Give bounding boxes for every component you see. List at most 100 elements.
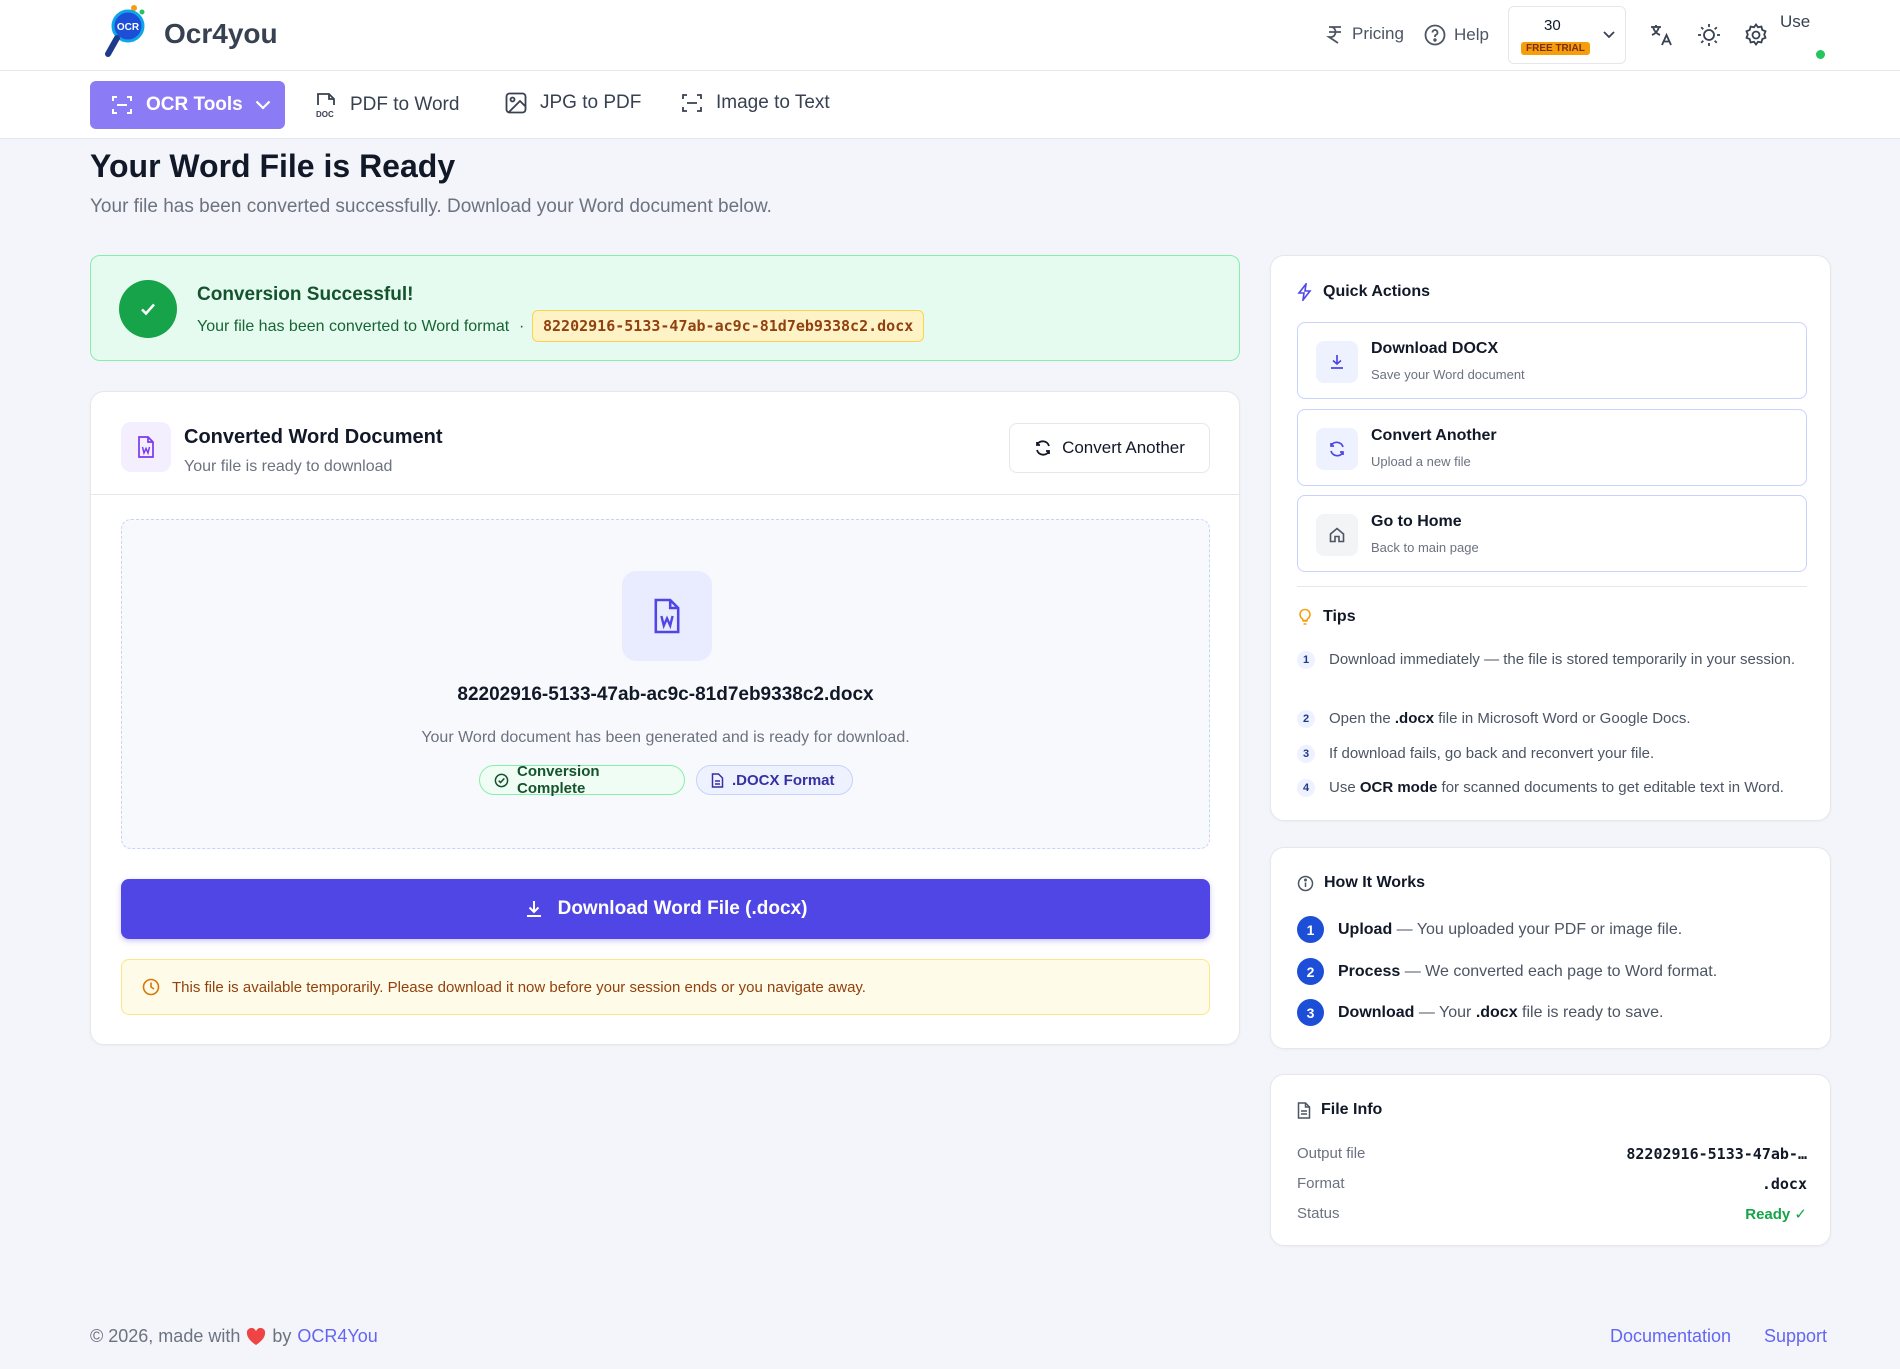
help-link[interactable]: Help bbox=[1424, 24, 1489, 46]
convert-another-button[interactable]: Convert Another bbox=[1009, 423, 1210, 473]
nav-pdf-to-word-label: PDF to Word bbox=[350, 94, 460, 115]
card-subtitle: Your file is ready to download bbox=[184, 458, 393, 475]
tip-item: 4 Use OCR mode for scanned documents to … bbox=[1297, 776, 1807, 799]
tip-item: 3 If download fails, go back and reconve… bbox=[1297, 742, 1807, 765]
support-link[interactable]: Support bbox=[1764, 1326, 1827, 1347]
pricing-link[interactable]: Pricing bbox=[1326, 24, 1404, 44]
tip-number: 2 bbox=[1297, 710, 1315, 728]
download-word-file-button[interactable]: Download Word File (.docx) bbox=[121, 879, 1210, 939]
pricing-label: Pricing bbox=[1352, 24, 1404, 43]
svg-text:OCR: OCR bbox=[117, 22, 140, 33]
step-number: 3 bbox=[1297, 999, 1324, 1026]
quick-actions-heading: Quick Actions bbox=[1297, 283, 1430, 301]
tip-text: Download immediately — the file is store… bbox=[1329, 651, 1796, 668]
tip-number: 4 bbox=[1297, 779, 1315, 797]
tips-heading: Tips bbox=[1297, 608, 1356, 626]
translate-icon[interactable] bbox=[1648, 22, 1674, 48]
scan-icon bbox=[110, 93, 134, 117]
page-title: Your Word File is Ready bbox=[90, 148, 456, 184]
action-download-docx[interactable]: Download DOCX Save your Word document bbox=[1297, 322, 1807, 399]
refresh-icon bbox=[1316, 428, 1358, 470]
help-circle-icon bbox=[1424, 24, 1446, 46]
nav-ocr-tools-dropdown[interactable]: OCR Tools bbox=[90, 81, 285, 129]
nav-pdf-to-word[interactable]: DOC PDF to Word bbox=[314, 91, 459, 119]
tips-title: Tips bbox=[1323, 608, 1356, 625]
nav-jpg-to-pdf-label: JPG to PDF bbox=[540, 92, 642, 113]
success-separator: · bbox=[519, 318, 525, 335]
documentation-link[interactable]: Documentation bbox=[1610, 1326, 1731, 1347]
page-subtitle: Your file has been converted successfull… bbox=[90, 196, 772, 217]
success-desc: Your file has been converted to Word for… bbox=[197, 318, 510, 335]
check-circle-icon bbox=[494, 773, 509, 788]
how-it-works-step: 3 Download — Your .docx file is ready to… bbox=[1297, 999, 1663, 1026]
brand-logo-icon[interactable]: OCR bbox=[104, 2, 152, 62]
help-label: Help bbox=[1454, 25, 1489, 44]
action-go-to-home[interactable]: Go to Home Back to main page bbox=[1297, 495, 1807, 572]
tip-text: Open the .docx file in Microsoft Word or… bbox=[1329, 710, 1691, 727]
badge-format-label: .DOCX Format bbox=[732, 771, 835, 789]
file-info-value: 82202916-5133-47ab-… bbox=[1626, 1145, 1807, 1163]
step-text: Upload — You uploaded your PDF or image … bbox=[1338, 920, 1683, 938]
step-number: 2 bbox=[1297, 958, 1324, 985]
footer-brand-link[interactable]: OCR4You bbox=[297, 1326, 377, 1347]
top-bar: OCR Ocr4you Pricing Help 30 FREE TRIAL U… bbox=[0, 0, 1900, 71]
credits-dropdown[interactable]: 30 FREE TRIAL bbox=[1508, 6, 1626, 64]
download-icon bbox=[524, 899, 544, 919]
docx-format-badge: .DOCX Format bbox=[696, 765, 853, 795]
divider bbox=[1297, 586, 1807, 587]
info-icon bbox=[1297, 875, 1314, 892]
success-filename-badge: 82202916-5133-47ab-ac9c-81d7eb9338c2.doc… bbox=[532, 310, 925, 342]
home-icon bbox=[1316, 514, 1358, 556]
tip-item: 1 Download immediately — the file is sto… bbox=[1297, 648, 1807, 671]
nav-image-to-text[interactable]: Image to Text bbox=[680, 91, 830, 115]
step-text: Process — We converted each page to Word… bbox=[1338, 962, 1718, 980]
step-text: Download — Your .docx file is ready to s… bbox=[1338, 1003, 1664, 1021]
card-title: Converted Word Document bbox=[184, 426, 443, 448]
file-info-row: Format .docx bbox=[1297, 1175, 1807, 1193]
action-convert-another[interactable]: Convert Another Upload a new file bbox=[1297, 409, 1807, 486]
action-subtitle: Upload a new file bbox=[1371, 454, 1471, 469]
footer-copyright: © 2026, made with by OCR4You bbox=[90, 1326, 378, 1347]
quick-actions-title: Quick Actions bbox=[1323, 283, 1430, 300]
download-icon bbox=[1316, 341, 1358, 383]
file-info-heading: File Info bbox=[1297, 1101, 1382, 1119]
output-filename: 82202916-5133-47ab-ac9c-81d7eb9338c2.doc… bbox=[457, 684, 874, 705]
how-it-works-heading: How It Works bbox=[1297, 874, 1425, 892]
how-it-works-title: How It Works bbox=[1324, 874, 1426, 891]
conversion-complete-badge: Conversion Complete bbox=[479, 763, 685, 797]
avatar[interactable]: Use bbox=[1780, 12, 1810, 32]
file-preview-area: 82202916-5133-47ab-ac9c-81d7eb9338c2.doc… bbox=[121, 519, 1210, 849]
action-title: Download DOCX bbox=[1371, 340, 1499, 357]
converted-document-card: Converted Word Document Your file is rea… bbox=[90, 391, 1240, 1045]
chevron-down-icon bbox=[1603, 31, 1615, 39]
success-banner: Conversion Successful! Your file has bee… bbox=[90, 255, 1240, 361]
free-trial-badge: FREE TRIAL bbox=[1521, 42, 1590, 55]
file-info-key: Output file bbox=[1297, 1145, 1366, 1162]
tip-number: 3 bbox=[1297, 745, 1315, 763]
word-file-icon bbox=[622, 571, 712, 661]
convert-another-label: Convert Another bbox=[1062, 438, 1185, 457]
how-it-works-card: How It Works 1 Upload — You uploaded you… bbox=[1270, 847, 1831, 1049]
credits-count: 30 bbox=[1544, 17, 1561, 34]
clock-icon bbox=[142, 978, 160, 996]
action-title: Go to Home bbox=[1371, 513, 1462, 530]
nav-jpg-to-pdf[interactable]: JPG to PDF bbox=[504, 91, 641, 115]
file-info-key: Status bbox=[1297, 1205, 1340, 1222]
brand-name[interactable]: Ocr4you bbox=[164, 18, 278, 50]
output-description: Your Word document has been generated an… bbox=[421, 729, 910, 746]
svg-text:DOC: DOC bbox=[316, 110, 334, 119]
file-info-title: File Info bbox=[1321, 1101, 1383, 1118]
file-info-row: Status Ready ✓ bbox=[1297, 1205, 1807, 1223]
how-it-works-step: 2 Process — We converted each page to Wo… bbox=[1297, 958, 1717, 985]
action-subtitle: Save your Word document bbox=[1371, 367, 1525, 382]
temporary-file-warning: This file is available temporarily. Plea… bbox=[121, 959, 1210, 1015]
gear-icon[interactable] bbox=[1743, 22, 1769, 48]
sun-icon[interactable] bbox=[1696, 22, 1722, 48]
step-number: 1 bbox=[1297, 916, 1324, 943]
download-word-file-label: Download Word File (.docx) bbox=[557, 898, 808, 919]
file-info-row: Output file 82202916-5133-47ab-… bbox=[1297, 1145, 1807, 1163]
quick-actions-card: Quick Actions Download DOCX Save your Wo… bbox=[1270, 255, 1831, 821]
check-circle-icon bbox=[119, 280, 177, 338]
nav-image-to-text-label: Image to Text bbox=[716, 92, 830, 113]
file-info-card: File Info Output file 82202916-5133-47ab… bbox=[1270, 1074, 1831, 1246]
